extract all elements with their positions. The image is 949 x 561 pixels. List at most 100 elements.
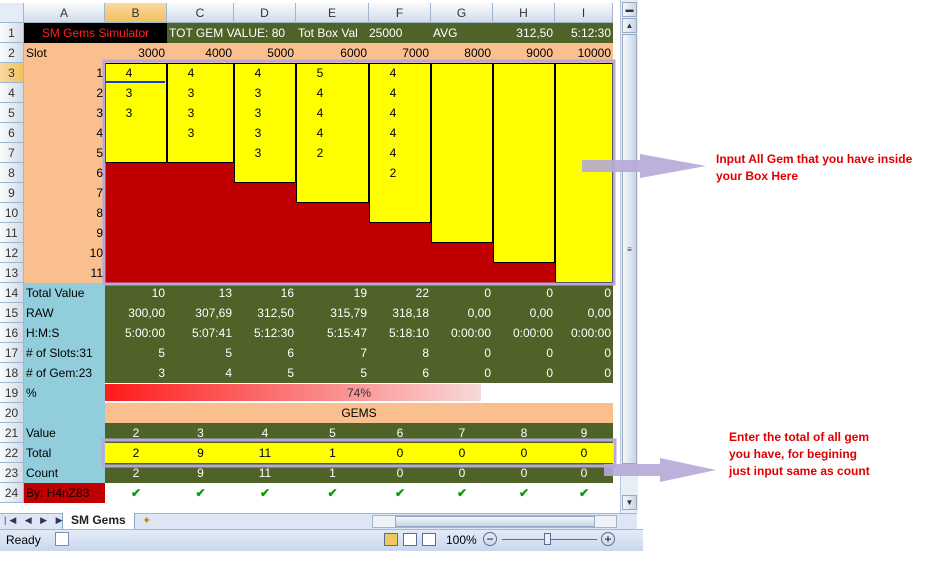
gem-count-cell[interactable]: 9 — [167, 463, 234, 483]
gem-total-cell[interactable]: 0 — [431, 443, 493, 463]
slot-value-cell[interactable]: 8000 — [431, 43, 493, 63]
spreadsheet-grid[interactable]: ABCDEFGHI 1 2 3 4 5 6 7 8 9 10 11 12 13 14 15 16 17 18 19 2… — [0, 0, 619, 513]
column-header-c[interactable]: C — [167, 3, 234, 23]
stat-label-cell[interactable]: H:M:S — [24, 323, 105, 343]
gem-value-cell[interactable]: 8 — [493, 423, 555, 443]
gem-value-cell[interactable]: 4 — [234, 423, 296, 443]
stat-label-cell[interactable]: RAW — [24, 303, 105, 323]
gem-input-cell[interactable]: 4 — [369, 103, 417, 123]
avg-value-cell[interactable]: 312,50 — [493, 23, 555, 43]
stat-value-cell[interactable]: 5 — [167, 343, 234, 363]
row-header-22[interactable]: 22 — [0, 443, 24, 463]
row-header-7[interactable]: 7 — [0, 143, 24, 163]
slot-number-cell[interactable]: 9 — [24, 223, 105, 243]
gem-input-cell[interactable]: 3 — [167, 103, 215, 123]
gem-value-cell[interactable]: 6 — [369, 423, 431, 443]
gem-input-cell[interactable]: 4 — [369, 63, 417, 83]
slot-number-cell[interactable]: 4 — [24, 123, 105, 143]
row-header-3[interactable]: 3 — [0, 63, 24, 83]
sheet-tab-sm-gems[interactable]: SM Gems — [62, 513, 135, 530]
gem-total-label-cell[interactable]: Total — [24, 443, 105, 463]
gem-value-cell[interactable]: 2 — [105, 423, 167, 443]
box-yellow-column[interactable] — [555, 63, 613, 283]
slot-number-cell[interactable]: 11 — [24, 263, 105, 283]
row-header-24[interactable]: 24 — [0, 483, 24, 503]
gem-input-cell[interactable]: 4 — [105, 63, 153, 83]
tot-box-val-cell[interactable]: 25000 — [369, 23, 431, 43]
page-break-icon[interactable] — [422, 533, 436, 546]
slot-number-cell[interactable]: 7 — [24, 183, 105, 203]
stat-value-cell[interactable]: 0 — [493, 283, 555, 303]
gem-input-cell[interactable]: 3 — [167, 83, 215, 103]
row-header-12[interactable]: 12 — [0, 243, 24, 263]
avg-label-cell[interactable]: AVG — [431, 23, 493, 43]
row-header-21[interactable]: 21 — [0, 423, 24, 443]
box-yellow-column[interactable] — [493, 63, 555, 263]
check-cell[interactable]: ✔ — [369, 483, 431, 503]
column-header-e[interactable]: E — [296, 3, 369, 23]
slot-number-cell[interactable]: 2 — [24, 83, 105, 103]
slot-number-cell[interactable]: 3 — [24, 103, 105, 123]
row-header-10[interactable]: 10 — [0, 203, 24, 223]
stat-value-cell[interactable]: 0 — [431, 283, 493, 303]
slot-number-cell[interactable]: 1 — [24, 63, 105, 83]
stat-value-cell[interactable]: 0 — [493, 343, 555, 363]
check-cell[interactable]: ✔ — [431, 483, 493, 503]
zoom-level[interactable]: 100% — [446, 533, 477, 547]
scroll-down-icon[interactable]: ▼ — [622, 495, 637, 510]
gem-count-cell[interactable]: 11 — [234, 463, 296, 483]
stat-value-cell[interactable]: 5 — [296, 363, 369, 383]
stat-value-cell[interactable]: 6 — [369, 363, 431, 383]
stat-value-cell[interactable]: 5:00:00 — [105, 323, 167, 343]
row-header-20[interactable]: 20 — [0, 403, 24, 423]
slot-value-cell[interactable]: 6000 — [296, 43, 369, 63]
column-header-i[interactable]: I — [555, 3, 613, 23]
column-header-b[interactable]: B — [105, 3, 167, 23]
stat-label-cell[interactable]: # of Slots:31 — [24, 343, 105, 363]
column-header-g[interactable]: G — [431, 3, 493, 23]
gem-input-cell[interactable]: 4 — [369, 83, 417, 103]
box-yellow-column[interactable] — [431, 63, 493, 243]
slot-number-cell[interactable]: 5 — [24, 143, 105, 163]
slot-number-cell[interactable]: 6 — [24, 163, 105, 183]
gem-count-cell[interactable]: 0 — [369, 463, 431, 483]
gem-input-cell[interactable]: 3 — [167, 123, 215, 143]
slot-value-cell[interactable]: 4000 — [167, 43, 234, 63]
gem-total-cell[interactable]: 0 — [493, 443, 555, 463]
gem-total-cell[interactable]: 11 — [234, 443, 296, 463]
gems-header-cell[interactable]: GEMS — [105, 403, 613, 423]
gem-count-cell[interactable]: 0 — [493, 463, 555, 483]
row-header-6[interactable]: 6 — [0, 123, 24, 143]
gem-input-cell[interactable]: 4 — [296, 123, 344, 143]
gem-input-cell[interactable]: 3 — [105, 103, 153, 123]
gem-input-cell[interactable]: 3 — [234, 123, 282, 143]
stat-value-cell[interactable]: 22 — [369, 283, 431, 303]
percent-label-cell[interactable]: % — [24, 383, 105, 403]
gem-input-cell[interactable]: 2 — [369, 163, 417, 183]
gem-count-label-cell[interactable]: Count — [24, 463, 105, 483]
row-header-1[interactable]: 1 — [0, 23, 24, 43]
stat-value-cell[interactable]: 0 — [431, 363, 493, 383]
column-header-f[interactable]: F — [369, 3, 431, 23]
gem-value-cell[interactable]: 9 — [555, 423, 613, 443]
row-header-17[interactable]: 17 — [0, 343, 24, 363]
scroll-split-icon[interactable]: ▬ — [622, 2, 637, 17]
stat-value-cell[interactable]: 5:15:47 — [296, 323, 369, 343]
stat-value-cell[interactable]: 0:00:00 — [431, 323, 493, 343]
gem-input-cell[interactable]: 4 — [296, 83, 344, 103]
stat-value-cell[interactable]: 0:00:00 — [555, 323, 613, 343]
gem-count-cell[interactable]: 0 — [555, 463, 613, 483]
page-layout-icon[interactable] — [403, 533, 417, 546]
row-header-9[interactable]: 9 — [0, 183, 24, 203]
gem-input-cell[interactable]: 2 — [296, 143, 344, 163]
insert-sheet-icon[interactable]: ✦ — [142, 514, 160, 528]
slot-label-cell[interactable]: Slot — [24, 43, 105, 63]
stat-value-cell[interactable]: 5 — [234, 363, 296, 383]
column-header-d[interactable]: D — [234, 3, 296, 23]
row-header-11[interactable]: 11 — [0, 223, 24, 243]
check-cell[interactable]: ✔ — [105, 483, 167, 503]
tab-nav-icons[interactable]: |◀ ◀ ▶ ▶| — [4, 515, 71, 526]
gem-count-cell[interactable]: 1 — [296, 463, 369, 483]
gem-value-cell[interactable]: 7 — [431, 423, 493, 443]
row-header-18[interactable]: 18 — [0, 363, 24, 383]
